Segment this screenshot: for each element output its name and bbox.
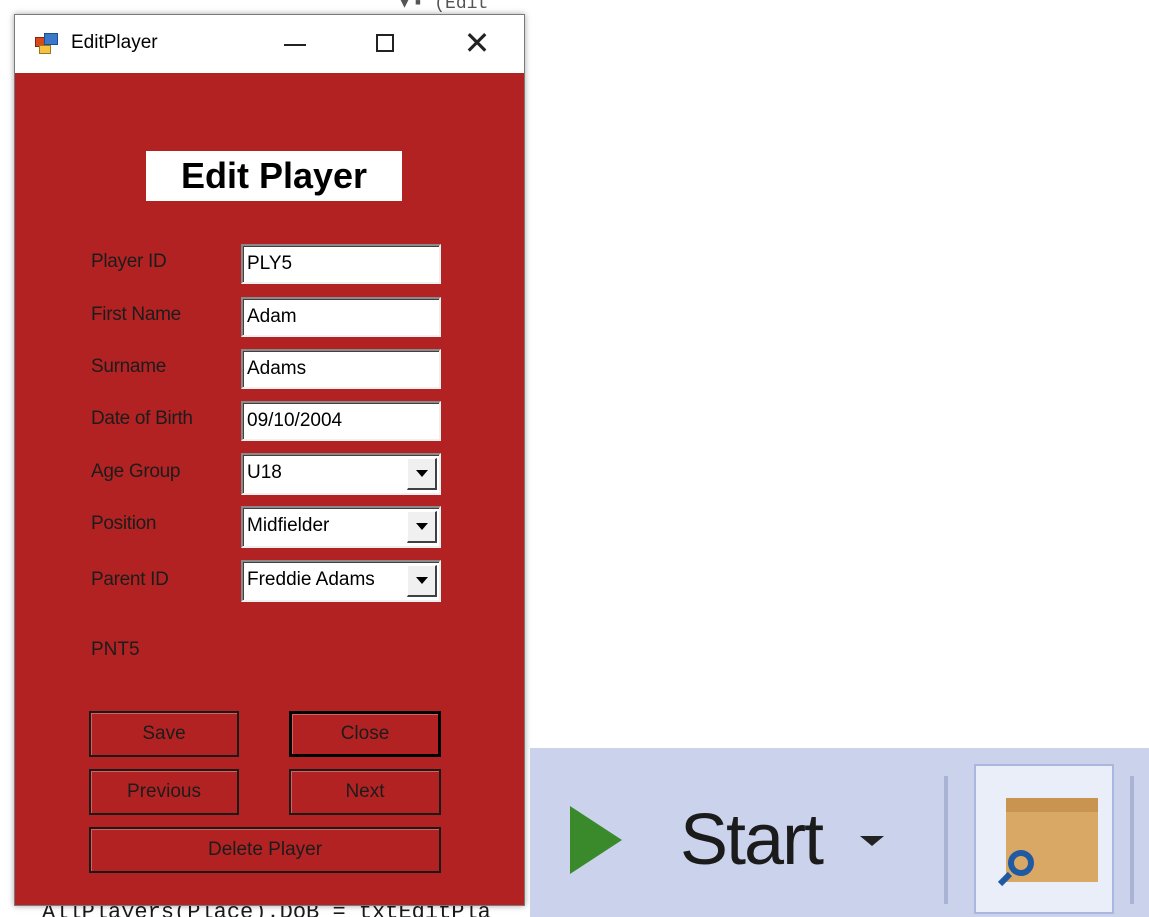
player-id-input[interactable]: [247, 251, 433, 277]
dob-field[interactable]: [241, 401, 441, 441]
edit-player-window: EditPlayer ✕ Edit Player Player ID First…: [14, 14, 525, 906]
position-dropdown-button[interactable]: [407, 511, 437, 543]
start-debug-button[interactable]: Start: [570, 796, 910, 884]
close-window-button[interactable]: ✕: [455, 23, 499, 63]
first-name-input[interactable]: [247, 304, 433, 330]
ide-toolbar: Start: [530, 748, 1149, 917]
form-heading: Edit Player: [146, 151, 402, 201]
toolbar-separator: [1130, 776, 1134, 904]
start-label: Start: [680, 800, 824, 880]
dob-label: Date of Birth: [91, 408, 193, 429]
first-name-label: First Name: [91, 304, 181, 325]
previous-button[interactable]: Previous: [89, 769, 239, 815]
parent-id-label: Parent ID: [91, 569, 169, 590]
maximize-icon: [376, 34, 394, 52]
surname-label: Surname: [91, 356, 166, 377]
app-form-icon: [35, 33, 59, 55]
age-group-label: Age Group: [91, 461, 181, 482]
surname-field[interactable]: [241, 349, 441, 389]
parent-id-value: Freddie Adams: [247, 569, 375, 590]
surname-input[interactable]: [247, 356, 433, 382]
age-group-value: U18: [247, 462, 282, 483]
maximize-button[interactable]: [363, 23, 407, 63]
age-group-dropdown-button[interactable]: [407, 458, 437, 490]
save-button[interactable]: Save: [89, 711, 239, 757]
age-group-select[interactable]: U18: [241, 453, 441, 495]
next-button[interactable]: Next: [289, 769, 441, 815]
player-id-field[interactable]: [241, 244, 441, 284]
dropdown-arrow-icon: [415, 523, 428, 530]
position-select[interactable]: Midfielder: [241, 506, 441, 548]
window-title: EditPlayer: [71, 32, 158, 53]
delete-player-button[interactable]: Delete Player: [89, 827, 441, 873]
find-in-files-button[interactable]: [974, 764, 1114, 914]
start-dropdown-caret-icon[interactable]: [860, 836, 884, 846]
parent-id-dropdown-button[interactable]: [407, 565, 437, 597]
position-value: Midfielder: [247, 515, 330, 536]
parent-id-select[interactable]: Freddie Adams: [241, 560, 441, 602]
first-name-field[interactable]: [241, 297, 441, 337]
minimize-icon: [284, 44, 306, 46]
play-icon: [570, 806, 622, 874]
code-editor-top-fragment: ▾ ▪ (Edit: [400, 0, 489, 14]
dob-input[interactable]: [247, 408, 433, 434]
folder-tab-notch: [1042, 790, 1092, 798]
close-icon: ✕: [463, 24, 491, 62]
close-button[interactable]: Close: [289, 711, 441, 757]
minimize-button[interactable]: [273, 23, 317, 63]
toolbar-separator: [944, 776, 948, 904]
title-bar: EditPlayer ✕: [15, 15, 524, 73]
position-label: Position: [91, 513, 157, 534]
parent-id-code: PNT5: [91, 639, 140, 660]
dropdown-arrow-icon: [415, 470, 428, 477]
magnifier-icon: [996, 846, 1036, 887]
dropdown-arrow-icon: [415, 577, 428, 584]
player-id-label: Player ID: [91, 251, 167, 272]
